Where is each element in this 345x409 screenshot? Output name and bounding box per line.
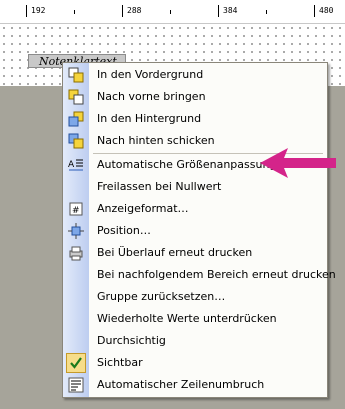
bring-to-front-icon xyxy=(68,67,84,83)
menu-item-label: Gruppe zurücksetzen… xyxy=(97,290,226,303)
menu-item-bring-to-front[interactable]: In den Vordergrund xyxy=(63,64,327,86)
menu-item-label: Bei Überlauf erneut drucken xyxy=(97,246,253,259)
menu-item-send-to-back[interactable]: In den Hintergrund xyxy=(63,108,327,130)
overflow-print-icon xyxy=(68,245,84,261)
menu-item-label: Nach vorne bringen xyxy=(97,90,206,103)
bring-forward-icon xyxy=(68,89,84,105)
menu-item-visible[interactable]: Sichtbar xyxy=(63,352,327,374)
menu-item-label: Sichtbar xyxy=(97,356,143,369)
send-to-back-icon xyxy=(68,111,84,127)
menu-item-position[interactable]: Position… xyxy=(63,220,327,242)
ruler-minor-tick xyxy=(266,10,267,14)
menu-item-suppress-repeated[interactable]: Wiederholte Werte unterdrücken xyxy=(63,308,327,330)
menu-item-label: In den Hintergrund xyxy=(97,112,202,125)
checkmark-icon xyxy=(66,353,86,373)
menu-item-label: In den Vordergrund xyxy=(97,68,204,81)
send-backward-icon xyxy=(68,133,84,149)
menu-item-label: Wiederholte Werte unterdrücken xyxy=(97,312,277,325)
menu-item-label: Nach hinten schicken xyxy=(97,134,215,147)
svg-text:#: # xyxy=(72,206,80,216)
ruler-minor-tick xyxy=(170,10,171,14)
menu-item-label: Position… xyxy=(97,224,151,237)
menu-item-word-wrap[interactable]: Automatischer Zeilenumbruch xyxy=(63,374,327,396)
ruler-tick xyxy=(314,5,315,17)
ruler-minor-tick xyxy=(74,10,75,14)
menu-item-bring-forward[interactable]: Nach vorne bringen xyxy=(63,86,327,108)
ruler-tick xyxy=(122,5,123,17)
context-menu: In den Vordergrund Nach vorne bringen In… xyxy=(62,62,336,398)
format-icon: # xyxy=(68,201,84,217)
menu-item-display-format[interactable]: # Anzeigeformat… xyxy=(63,198,327,220)
ruler-label: 192 xyxy=(31,6,46,15)
menu-item-reset-group[interactable]: Gruppe zurücksetzen… xyxy=(63,286,327,308)
menu-item-label: Anzeigeformat… xyxy=(97,202,189,215)
menu-item-label: Durchsichtig xyxy=(97,334,166,347)
ruler-tick xyxy=(26,5,27,17)
ruler-tick xyxy=(218,5,219,17)
menu-item-label: Automatische Größenanpassung xyxy=(97,158,277,171)
svg-text:A: A xyxy=(68,160,75,170)
menu-item-transparent[interactable]: Durchsichtig xyxy=(63,330,327,352)
menu-item-reprint-on-next-section[interactable]: Bei nachfolgendem Bereich erneut drucken xyxy=(63,264,336,286)
ruler-label: 384 xyxy=(223,6,238,15)
ruler-label: 480 xyxy=(319,6,334,15)
menu-item-label: Freilassen bei Nullwert xyxy=(97,180,222,193)
horizontal-ruler: 192 288 384 480 xyxy=(0,0,345,24)
ruler-label: 288 xyxy=(127,6,142,15)
pointer-arrow-icon xyxy=(260,148,336,178)
menu-item-reprint-on-overflow[interactable]: Bei Überlauf erneut drucken xyxy=(63,242,327,264)
position-icon xyxy=(68,223,84,239)
menu-item-label: Automatischer Zeilenumbruch xyxy=(97,378,265,391)
auto-size-icon: A xyxy=(68,157,84,173)
word-wrap-icon xyxy=(68,377,84,393)
menu-item-label: Bei nachfolgendem Bereich erneut drucken xyxy=(97,268,336,281)
